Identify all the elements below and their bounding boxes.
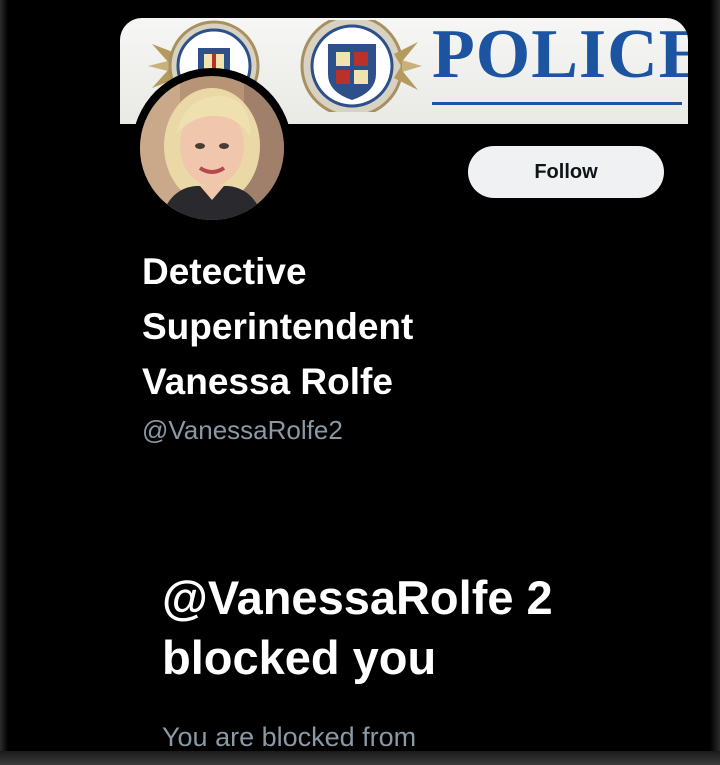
blocked-heading: @VanessaRolfe 2 blocked you bbox=[162, 571, 553, 684]
banner-title: POLICE bbox=[432, 18, 688, 93]
frame-edge-right bbox=[710, 0, 720, 765]
blocked-subtext: You are blocked from bbox=[162, 722, 417, 752]
display-name: Detective Superintendent Vanessa Rolfe bbox=[142, 251, 414, 402]
banner-divider bbox=[432, 102, 682, 105]
profile-photo bbox=[140, 76, 284, 220]
frame-edge-left bbox=[0, 0, 8, 765]
profile-screen: POLICE Follow Detective Superintendent V… bbox=[0, 0, 720, 765]
user-handle[interactable]: @VanessaRolfe2 bbox=[142, 414, 343, 446]
avatar[interactable] bbox=[132, 68, 292, 228]
follow-button[interactable]: Follow bbox=[468, 146, 664, 198]
frame-edge-bottom bbox=[0, 751, 720, 765]
